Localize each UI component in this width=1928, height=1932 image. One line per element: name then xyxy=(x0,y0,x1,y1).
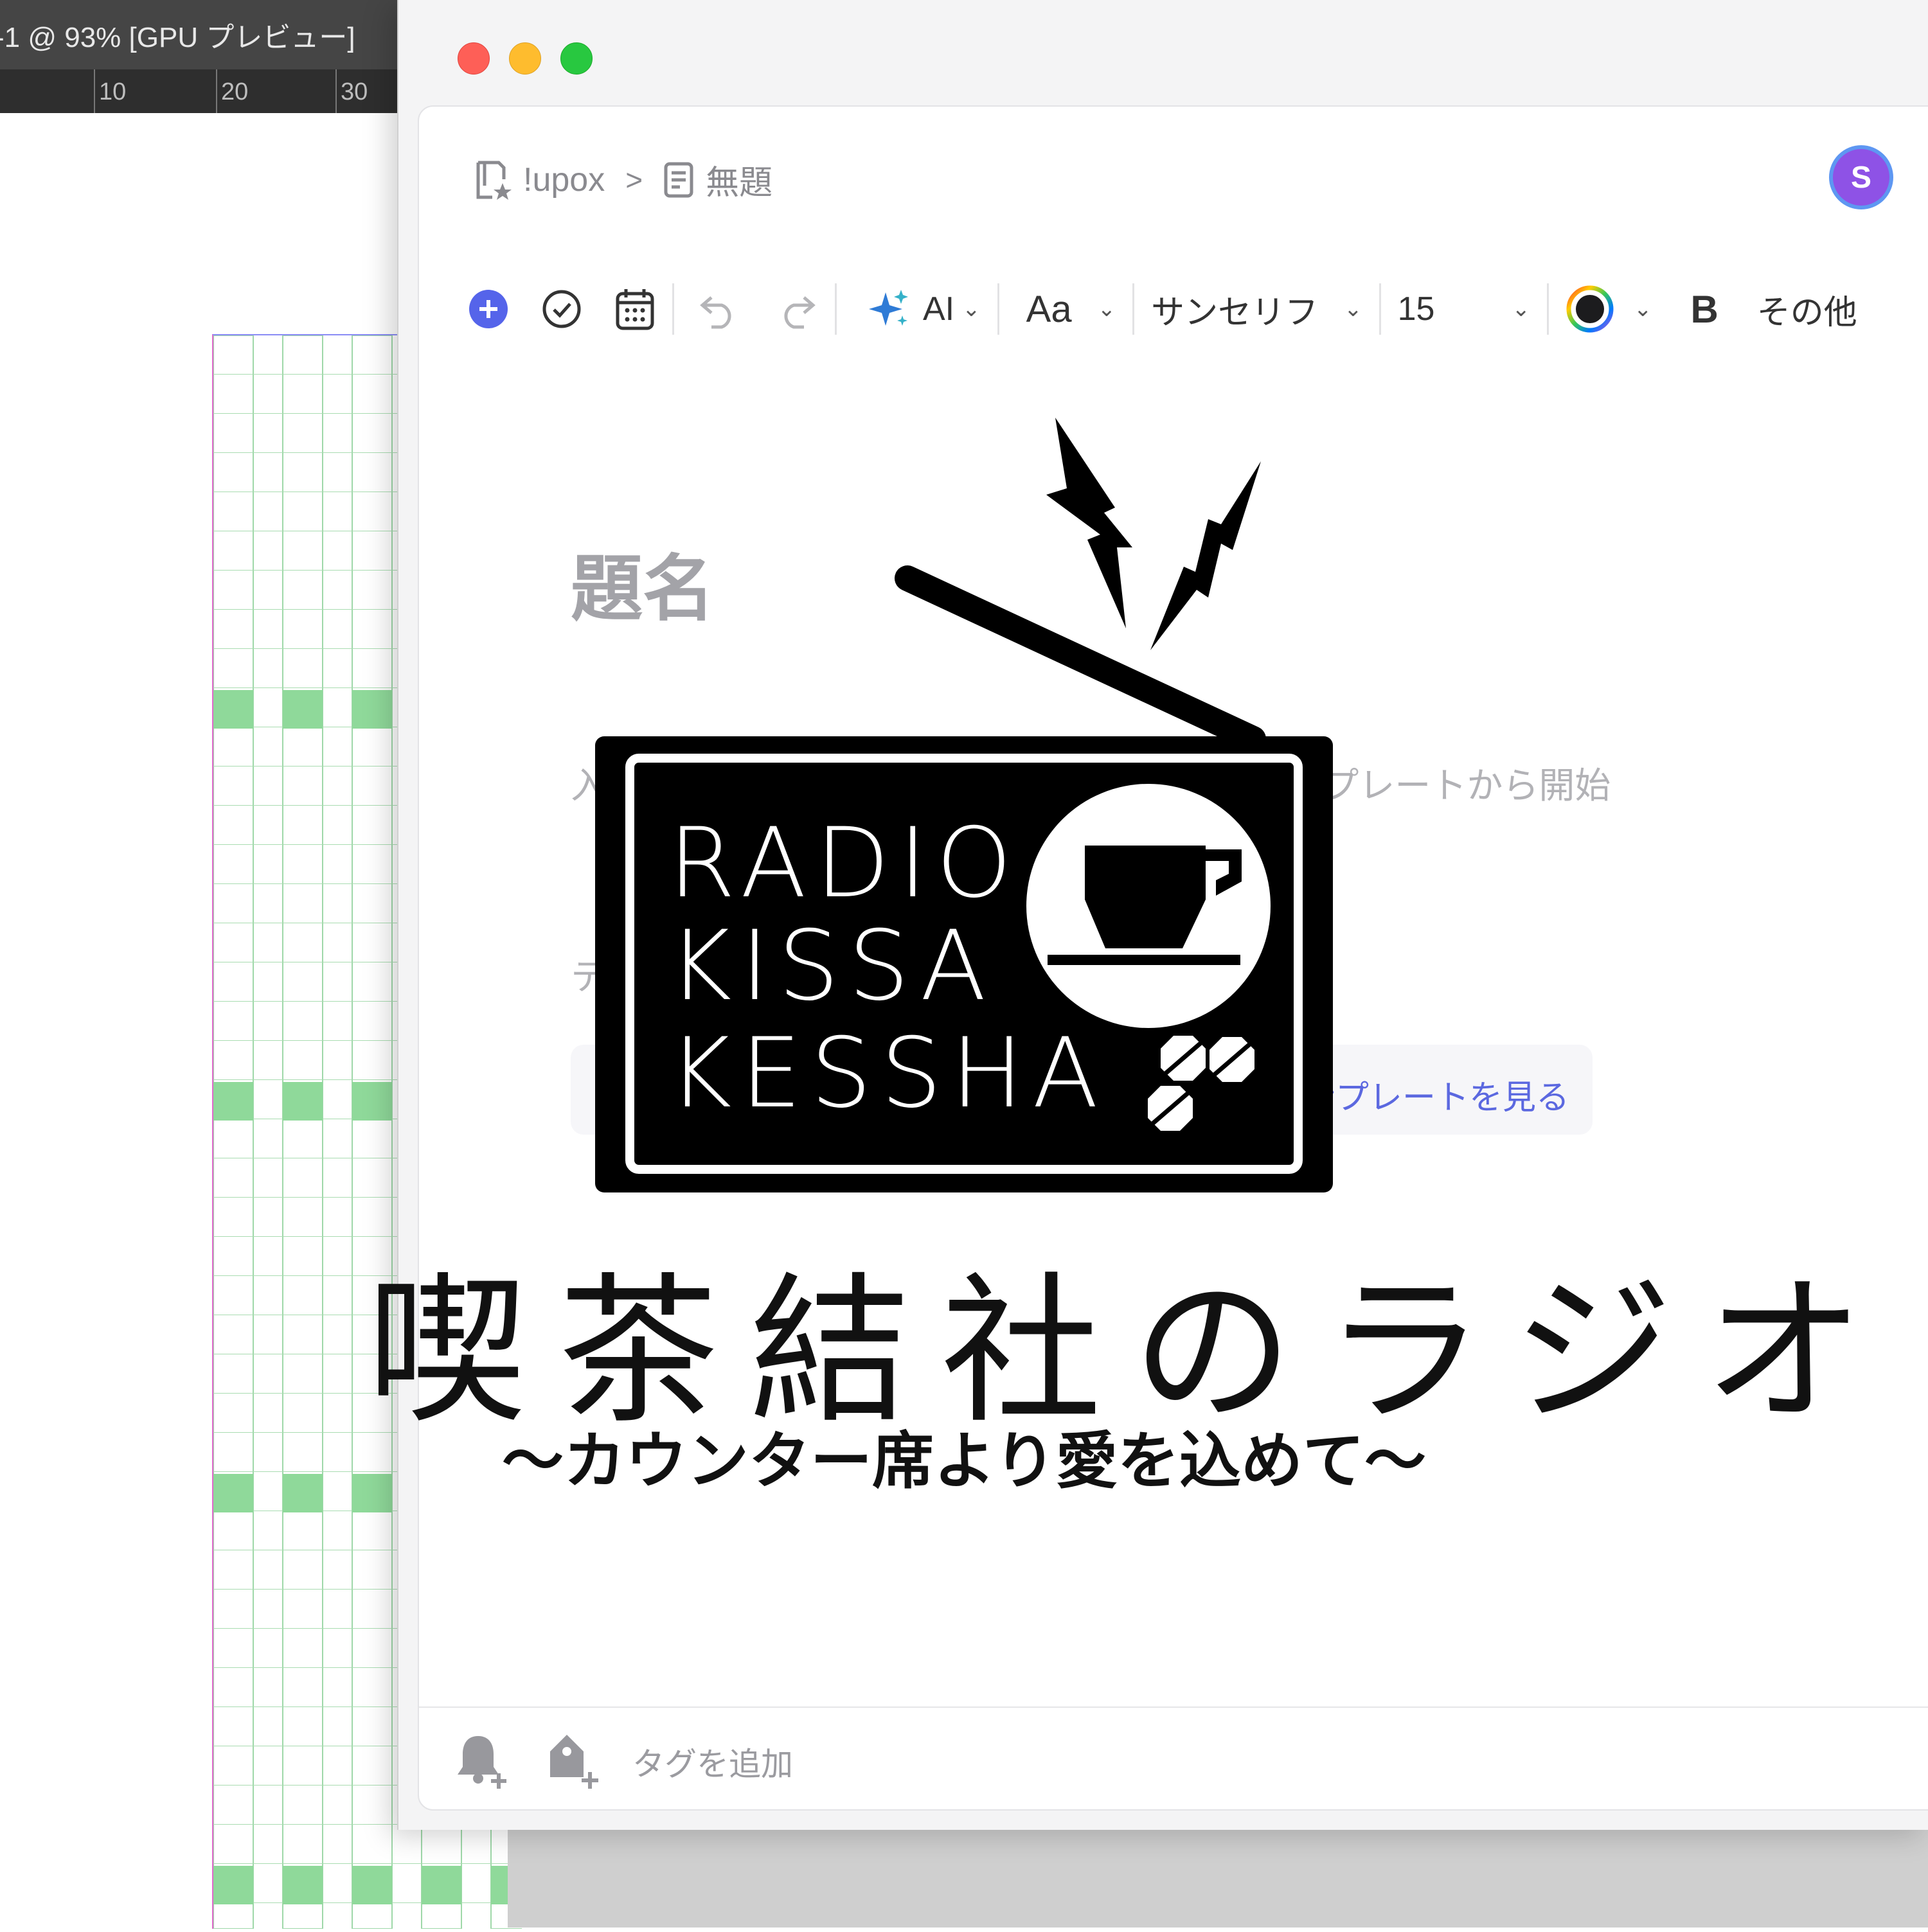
redo-icon xyxy=(784,296,816,329)
background-app-titlebar: -1 @ 93% [GPU プレビュー] xyxy=(0,0,411,69)
text-color-dropdown[interactable]: ⌄ xyxy=(1566,274,1652,344)
chevron-down-icon: ⌄ xyxy=(1512,297,1530,321)
minimize-window-button[interactable] xyxy=(509,42,541,75)
toolbar-divider xyxy=(672,283,674,335)
toolbar-divider xyxy=(835,283,837,335)
bold-label: B xyxy=(1690,287,1718,331)
note-body-input[interactable]: 入力を開始、ファイルをドラッグ、またはテンプレートから開始 xyxy=(571,757,1611,809)
task-button[interactable] xyxy=(541,274,582,344)
more-options-button[interactable]: その他 xyxy=(1757,274,1857,344)
add-tag-input[interactable]: タグを追加 xyxy=(632,1739,793,1785)
check-circle-icon xyxy=(542,290,581,328)
toolbar-divider xyxy=(1546,283,1549,335)
chevron-down-icon: ⌄ xyxy=(1097,297,1116,321)
font-size-dropdown[interactable]: 15 ⌄ xyxy=(1398,274,1530,344)
font-family-dropdown[interactable]: サンセリフ ⌄ xyxy=(1151,274,1362,344)
toolbar-divider xyxy=(997,283,999,335)
note-footer-bar: タグを追加 xyxy=(419,1706,1928,1811)
close-window-button[interactable] xyxy=(458,42,490,75)
font-size-label: 15 xyxy=(1397,290,1435,328)
user-avatar[interactable]: S xyxy=(1829,145,1893,209)
horizontal-ruler[interactable]: 10 20 30 xyxy=(0,69,411,113)
formatting-toolbar: AI ⌄ Aa ⌄ サンセリフ ⌄ 15 ⌄ ⌄ B その他 xyxy=(468,274,1857,344)
calendar-icon xyxy=(616,289,654,330)
page-star-icon xyxy=(476,161,512,200)
color-ring-icon xyxy=(1566,285,1614,333)
font-family-label: サンセリフ xyxy=(1151,294,1319,332)
ai-assist-button[interactable]: AI ⌄ xyxy=(866,274,981,344)
text-style-dropdown[interactable]: Aa ⌄ xyxy=(1026,274,1116,344)
tag-plus-icon[interactable] xyxy=(548,1732,602,1790)
toolbar-divider xyxy=(1132,283,1135,335)
ruler-tick: 20 xyxy=(216,69,248,113)
ai-label: AI xyxy=(923,290,955,328)
date-button[interactable] xyxy=(614,274,656,344)
undo-icon xyxy=(700,296,731,329)
chevron-down-icon: ⌄ xyxy=(1344,297,1362,321)
note-title-input[interactable]: 題名 xyxy=(571,531,715,635)
toolbar-divider xyxy=(1379,283,1381,335)
bell-plus-icon[interactable] xyxy=(456,1732,510,1790)
breadcrumb-page-link[interactable]: 無題 xyxy=(706,155,772,204)
note-editor-card: !upox > 無題 S AI ⌄ Aa ⌄ サンセリフ ⌄ 15 ⌄ ⌄ B … xyxy=(418,105,1928,1811)
background-app-title: -1 @ 93% [GPU プレビュー] xyxy=(0,22,355,53)
bold-button[interactable]: B xyxy=(1690,274,1718,344)
ruler-tick: 30 xyxy=(335,69,368,113)
window-shadow xyxy=(508,1825,1928,1928)
chevron-down-icon: ⌄ xyxy=(1633,297,1652,321)
more-templates-link[interactable]: さらに多くのテンプレートを見る xyxy=(1069,1070,1569,1119)
document-icon xyxy=(664,162,693,197)
breadcrumb: !upox > 無題 xyxy=(474,155,772,204)
template-picker-row: さらに多くのテンプレートを見る xyxy=(571,1045,1593,1135)
ruler-tick: 10 xyxy=(94,69,126,113)
more-options-label: その他 xyxy=(1756,294,1857,332)
sparkle-icon xyxy=(869,290,908,326)
chevron-down-icon: ⌄ xyxy=(962,297,981,321)
undo-button[interactable] xyxy=(697,274,738,344)
breadcrumb-workspace-link[interactable]: !upox xyxy=(523,161,605,199)
plus-circle-icon xyxy=(469,290,508,328)
text-style-label: Aa xyxy=(1026,288,1072,330)
chevron-right-icon: > xyxy=(625,163,643,197)
add-block-button[interactable] xyxy=(468,274,509,344)
redo-button[interactable] xyxy=(777,274,818,344)
templates-section-label: テ xyxy=(571,957,607,997)
maximize-window-button[interactable] xyxy=(560,42,593,75)
notes-window: !upox > 無題 S AI ⌄ Aa ⌄ サンセリフ ⌄ 15 ⌄ ⌄ B … xyxy=(397,0,1928,1830)
